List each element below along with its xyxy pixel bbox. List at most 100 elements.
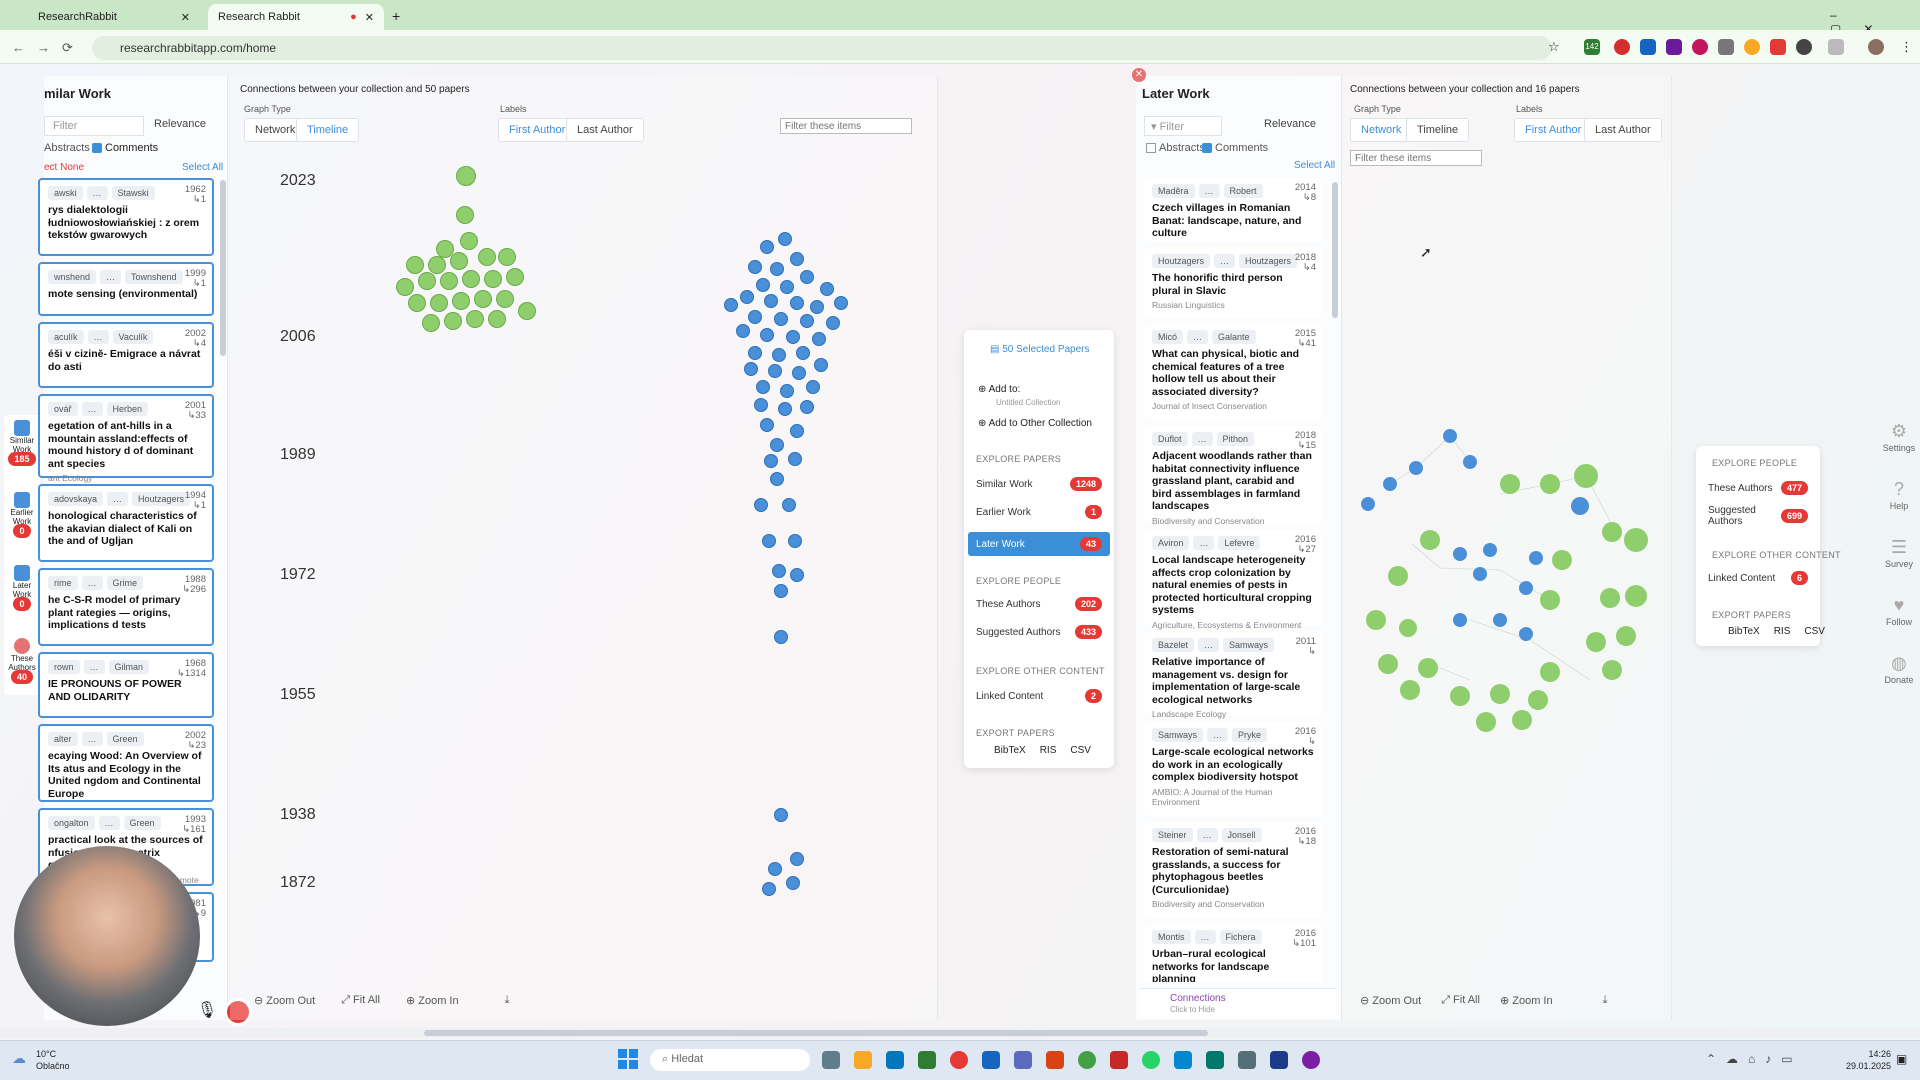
similar-work-item[interactable]: Similar Work 1248 — [968, 472, 1110, 496]
paper-card[interactable]: Montis… Fichera 2016 ↳101 Urban–rural ecol… — [1144, 924, 1322, 982]
graph-node[interactable] — [810, 300, 824, 314]
paper-card[interactable]: ovář… Herben 2001 ↳33 egetation of ant-hil… — [38, 394, 214, 483]
graph-node[interactable] — [440, 272, 458, 290]
graph-node[interactable] — [466, 310, 484, 328]
fit-all-button[interactable]: ⤢ Fit All — [341, 994, 380, 1007]
abstracts-toggle[interactable]: Abstracts — [44, 142, 90, 154]
select-all-link[interactable]: Select All — [1294, 160, 1335, 171]
csv-button[interactable]: CSV — [1804, 626, 1825, 637]
close-icon[interactable]: ✕ — [1132, 68, 1146, 82]
graph-node[interactable] — [800, 400, 814, 414]
zoom-out-button[interactable]: ⊖ Zoom Out — [1360, 994, 1421, 1007]
graph-node[interactable] — [748, 310, 762, 324]
first-author-button[interactable]: First Author — [498, 118, 577, 142]
earlier-work-item[interactable]: Earlier Work 1 — [968, 500, 1110, 524]
system-tray[interactable]: ⌃☁⌂♪▭ — [1706, 1052, 1803, 1066]
windows-start-icon[interactable] — [618, 1049, 638, 1069]
powerpoint-icon[interactable] — [1046, 1051, 1064, 1069]
graph-node[interactable] — [826, 316, 840, 330]
graph-node[interactable] — [430, 294, 448, 312]
graph-node[interactable] — [496, 290, 514, 308]
graph-node[interactable] — [796, 346, 810, 360]
extension-icon[interactable] — [1692, 39, 1708, 55]
app-icon[interactable] — [918, 1051, 936, 1069]
more-icon[interactable]: ⋮ — [1900, 39, 1913, 55]
network-graph[interactable] — [1350, 420, 1670, 740]
zoom-in-button[interactable]: ⊕ Zoom In — [406, 994, 459, 1007]
abstracts-toggle[interactable]: Abstracts — [1146, 142, 1205, 154]
ris-button[interactable]: RIS — [1040, 745, 1057, 756]
url-field[interactable]: researchrabbitapp.com/home — [92, 36, 1552, 60]
graph-node[interactable] — [790, 852, 804, 866]
graph-node[interactable] — [812, 332, 826, 346]
weather-widget[interactable]: 10°C Oblačno — [36, 1049, 70, 1072]
scrollbar[interactable] — [220, 180, 226, 356]
graph-node[interactable] — [788, 534, 802, 548]
first-author-button[interactable]: First Author — [1514, 118, 1593, 142]
close-icon[interactable]: ✕ — [365, 11, 374, 24]
graph-node[interactable] — [452, 292, 470, 310]
untitled-collection[interactable]: Untitled Collection — [996, 398, 1060, 407]
graph-node[interactable] — [450, 252, 468, 270]
graph-node[interactable] — [800, 314, 814, 328]
later-work-item[interactable]: Later Work 43 — [968, 532, 1110, 556]
these-authors-item[interactable]: These Authors 477 — [1700, 476, 1816, 500]
paper-card[interactable]: Micó… Galante 2015 ↳41 What can physical, … — [1144, 324, 1322, 420]
graph-node[interactable] — [792, 366, 806, 380]
graph-node[interactable] — [790, 568, 804, 582]
last-author-button[interactable]: Last Author — [1584, 118, 1662, 142]
graph-node[interactable] — [834, 296, 848, 310]
taskbar-search[interactable]: ⌕ Hledat — [650, 1049, 810, 1071]
extension-icon[interactable] — [1666, 39, 1682, 55]
graph-node[interactable] — [782, 498, 796, 512]
checkbox[interactable] — [1146, 143, 1156, 153]
donate-button[interactable]: ◍ Donate — [1878, 652, 1920, 710]
graph-node[interactable] — [790, 296, 804, 310]
graph-node[interactable] — [744, 362, 758, 376]
avatar[interactable] — [1868, 39, 1884, 55]
graph-node[interactable] — [772, 564, 786, 578]
selected-papers[interactable]: ▤ 50 Selected Papers — [990, 344, 1090, 355]
graph-node[interactable] — [780, 280, 794, 294]
graph-node[interactable] — [760, 328, 774, 342]
paper-card[interactable]: Houtzagers… Houtzagers 2018 ↳4 The honorif… — [1144, 248, 1322, 318]
graph-node[interactable] — [770, 262, 784, 276]
star-icon[interactable]: ☆ — [1548, 39, 1560, 55]
ris-button[interactable]: RIS — [1774, 626, 1791, 637]
tab-researchrabbit[interactable]: ResearchRabbit ✕ — [28, 4, 200, 30]
graph-node[interactable] — [770, 472, 784, 486]
paper-card[interactable]: wnshend… Townshend 1999 ↳1 mote sensing (e… — [38, 262, 214, 316]
graph-node[interactable] — [764, 454, 778, 468]
whatsapp-icon[interactable] — [1142, 1051, 1160, 1069]
app-icon[interactable] — [1110, 1051, 1128, 1069]
paper-card[interactable]: Bazelet… Samways 2011 ↳ Relative importanc… — [1144, 632, 1322, 719]
graph-node[interactable] — [740, 290, 754, 304]
puzzle-icon[interactable] — [1828, 39, 1844, 55]
graph-node[interactable] — [456, 206, 474, 224]
network-button[interactable]: Network — [1350, 118, 1413, 142]
file-explorer-icon[interactable] — [854, 1051, 872, 1069]
graph-node[interactable] — [774, 630, 788, 644]
graph-node[interactable] — [768, 364, 782, 378]
extension-icon[interactable]: 142 — [1584, 39, 1600, 55]
suggested-authors-item[interactable]: Suggested Authors 433 — [968, 620, 1110, 644]
graph-node[interactable] — [748, 346, 762, 360]
microphone-icon[interactable]: 🎙 — [196, 1000, 218, 1022]
graph-node[interactable] — [774, 312, 788, 326]
csv-button[interactable]: CSV — [1070, 745, 1091, 756]
graph-node[interactable] — [790, 252, 804, 266]
scrollbar[interactable] — [1332, 182, 1338, 318]
graph-node[interactable] — [820, 282, 834, 296]
mini-similar-work[interactable]: Similar Work 185 — [6, 420, 38, 466]
teams-icon[interactable] — [1014, 1051, 1032, 1069]
paper-card[interactable]: awski… Stawski 1962 ↳1 rys dialektologii ł… — [38, 178, 214, 256]
graph-node[interactable] — [760, 418, 774, 432]
graph-node[interactable] — [418, 272, 436, 290]
select-none-link[interactable]: ect None — [44, 162, 84, 173]
comments-toggle[interactable]: Comments — [92, 142, 158, 154]
extension-icon[interactable] — [1614, 39, 1630, 55]
connections-toggle[interactable]: Connections Click to Hide — [1140, 988, 1336, 1018]
filter-input[interactable]: ▾ Filter — [1144, 116, 1222, 136]
checkbox[interactable] — [1202, 143, 1212, 153]
graph-node[interactable] — [788, 452, 802, 466]
